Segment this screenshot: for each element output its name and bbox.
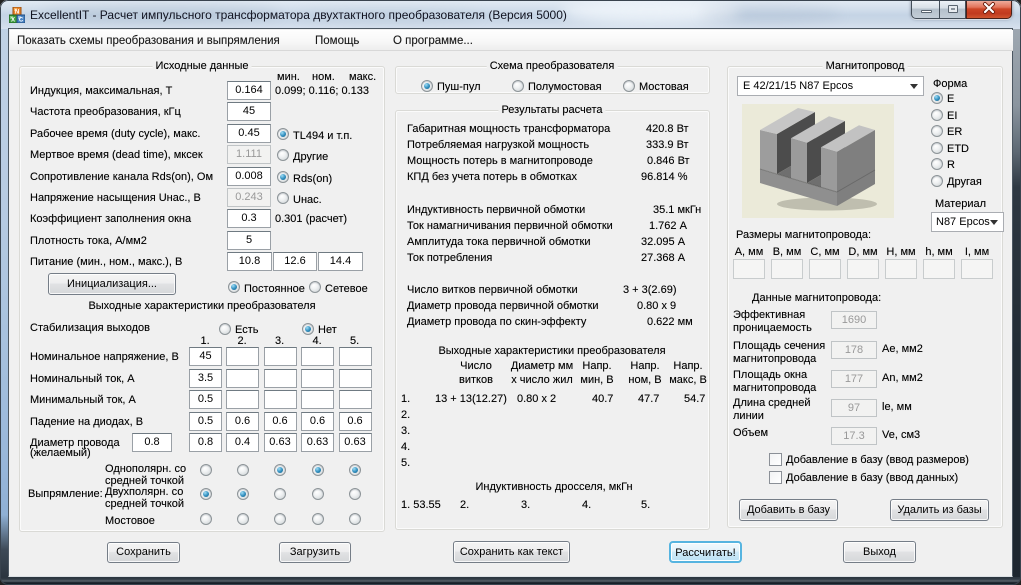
svg-text:C: C	[19, 18, 24, 24]
svg-text:X: X	[11, 18, 15, 24]
